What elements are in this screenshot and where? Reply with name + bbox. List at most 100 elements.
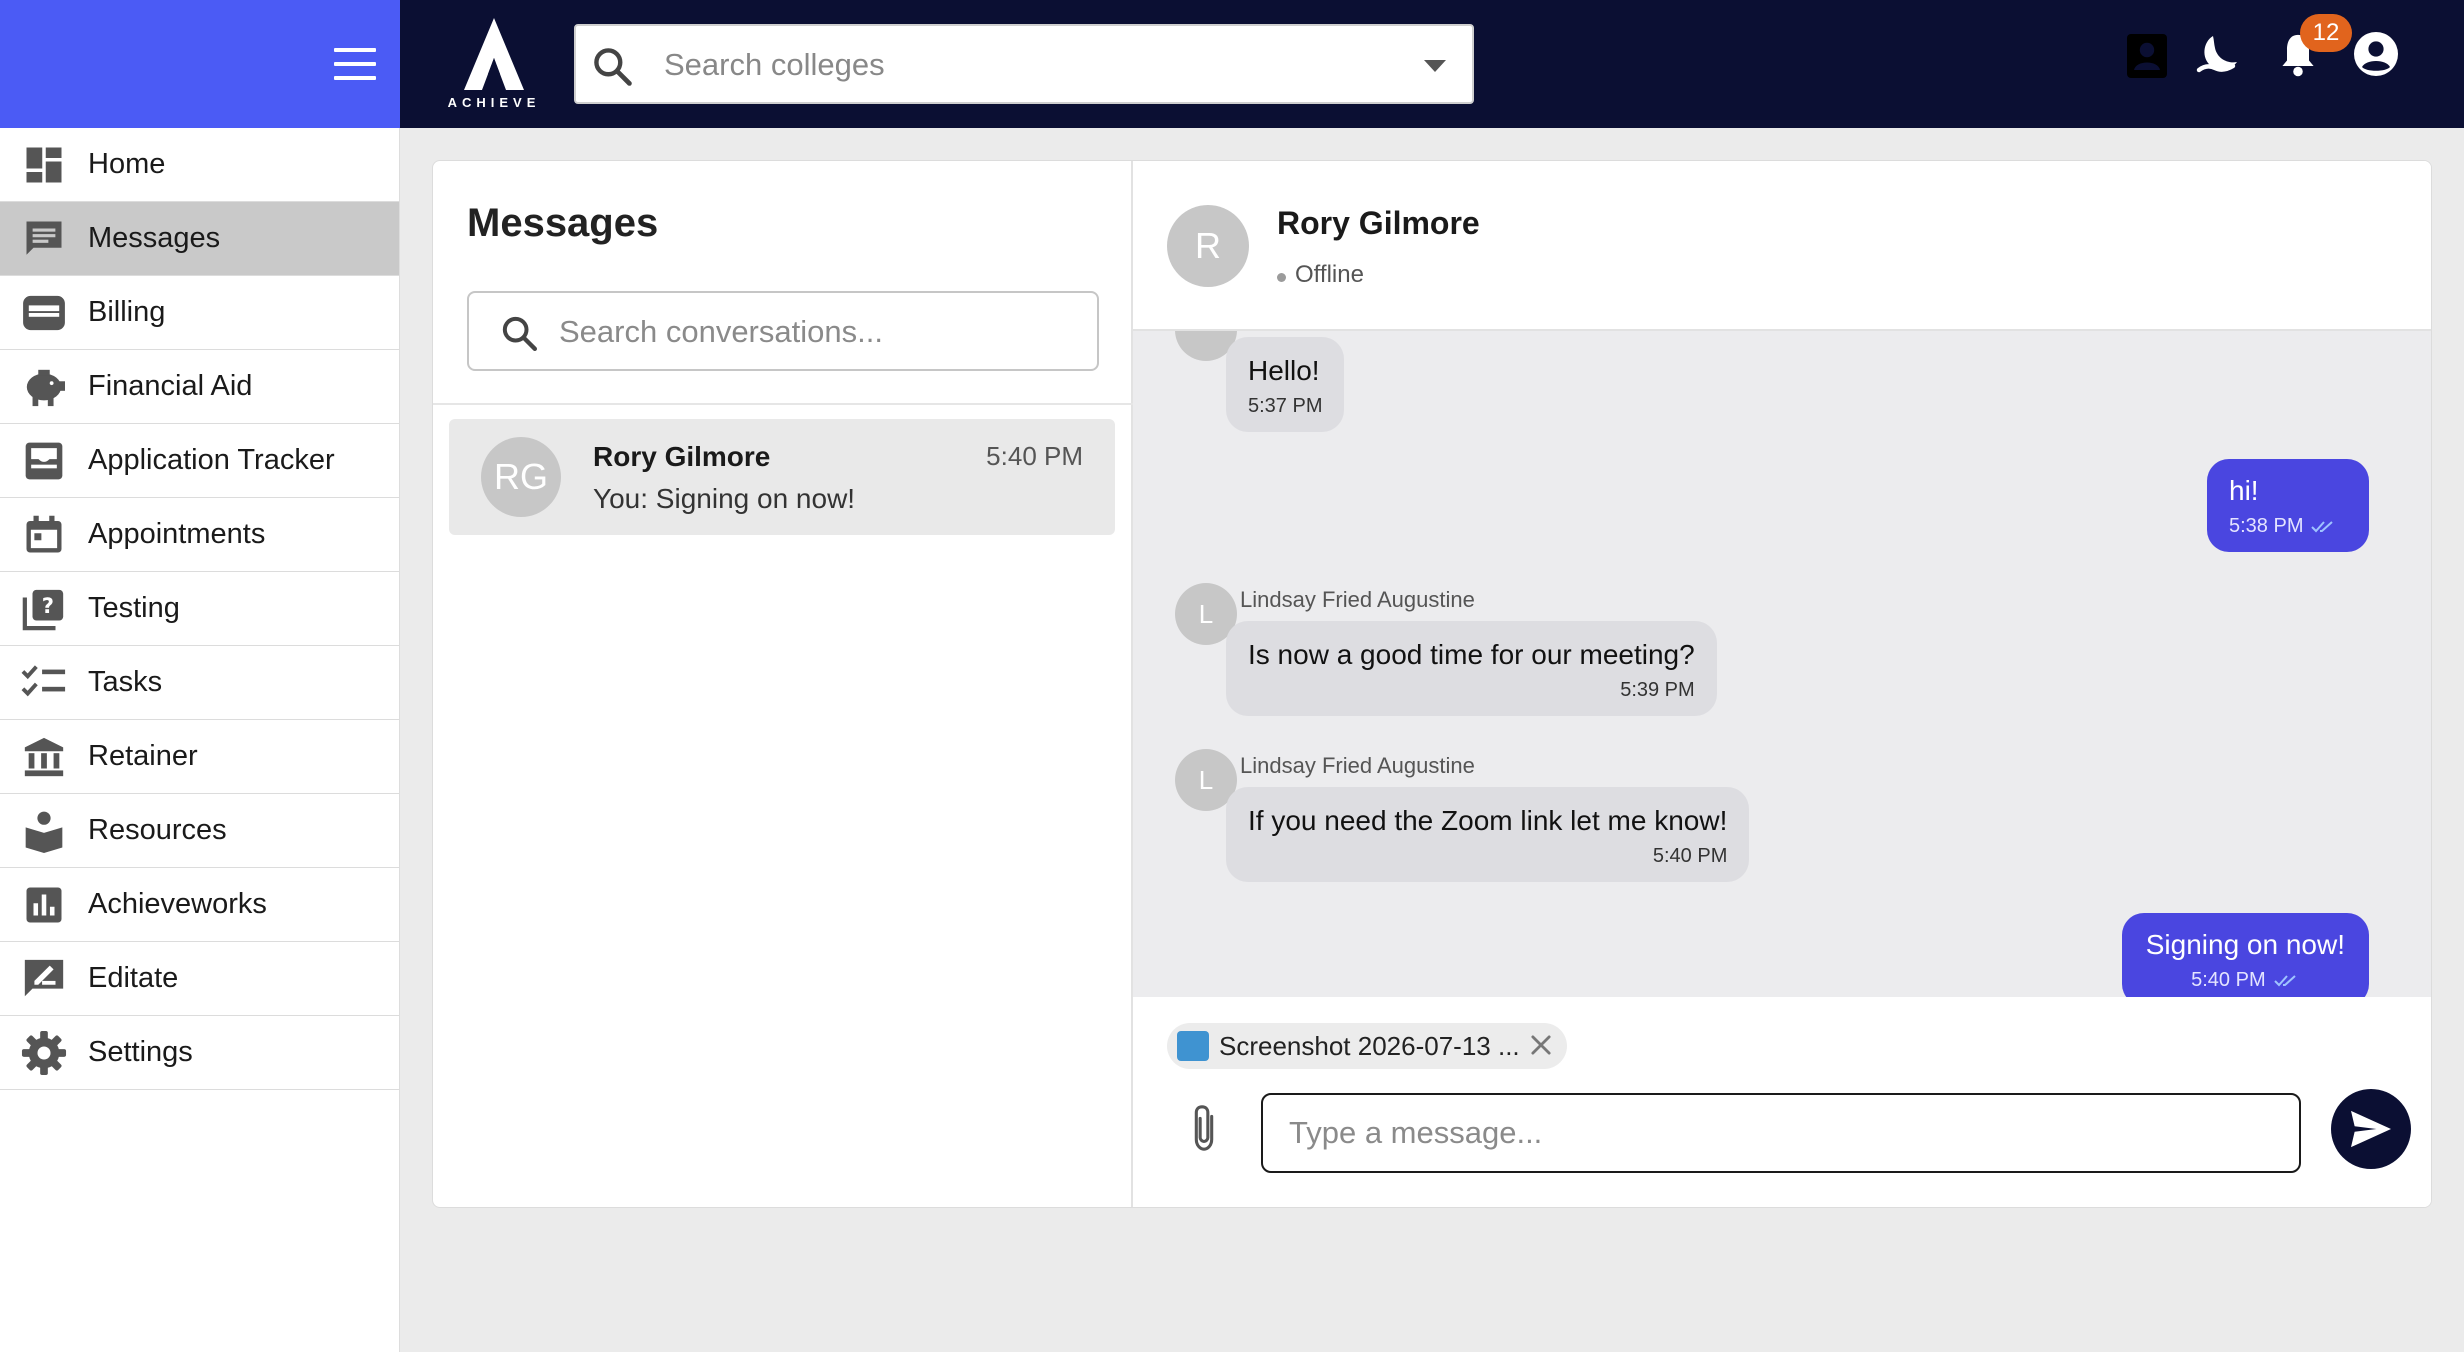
chat-icon: [0, 218, 88, 260]
conversation-item[interactable]: RG Rory Gilmore 5:40 PM You: Signing on …: [449, 419, 1115, 535]
dark-mode-icon[interactable]: [2195, 30, 2243, 78]
bank-icon: [0, 734, 88, 780]
sidebar-item-testing[interactable]: ? Testing: [0, 572, 399, 646]
chevron-down-icon[interactable]: [1424, 60, 1446, 72]
sidebar-item-billing[interactable]: Billing: [0, 276, 399, 350]
message-text: If you need the Zoom link let me know!: [1248, 805, 1728, 836]
quiz-icon: ?: [0, 586, 88, 632]
message-bubble-outgoing[interactable]: hi! 5:38 PM: [2207, 459, 2369, 552]
sidebar-item-financial-aid[interactable]: Financial Aid: [0, 350, 399, 424]
search-icon: [594, 48, 632, 86]
send-button[interactable]: [2331, 1089, 2411, 1169]
sidebar-item-label: Resources: [88, 814, 227, 846]
attachment-chip[interactable]: Screenshot 2026-07-13 ...: [1167, 1023, 1567, 1069]
sidebar-item-resources[interactable]: Resources: [0, 794, 399, 868]
sidebar-item-application-tracker[interactable]: Application Tracker: [0, 424, 399, 498]
sidebar-item-label: Application Tracker: [88, 444, 335, 476]
image-thumbnail-icon: [1177, 1031, 1209, 1061]
sidebar: Home Messages Billing Financial Aid Appl…: [0, 128, 400, 1352]
edit-note-icon: [0, 956, 88, 1002]
menu-icon[interactable]: [332, 42, 378, 86]
svg-text:?: ?: [42, 592, 54, 617]
conversation-search[interactable]: [467, 291, 1099, 371]
sidebar-item-achieveworks[interactable]: Achieveworks: [0, 868, 399, 942]
contact-status: Offline: [1295, 261, 1364, 288]
message-time-row: 5:38 PM: [2229, 515, 2347, 538]
sidebar-item-label: Financial Aid: [88, 370, 253, 402]
sidebar-item-label: Retainer: [88, 740, 198, 772]
notification-badge: 12: [2300, 14, 2352, 52]
message-time: 5:39 PM: [1620, 679, 1695, 701]
piggy-bank-icon: [0, 366, 88, 408]
contacts-icon[interactable]: [2123, 30, 2171, 82]
sidebar-header: [0, 0, 400, 128]
message-input[interactable]: [1261, 1093, 2301, 1173]
avatar: RG: [481, 437, 561, 517]
dashboard-icon: [0, 144, 88, 186]
message-time-row: 5:40 PM: [2146, 969, 2345, 992]
sidebar-item-label: Testing: [88, 592, 180, 624]
double-check-icon: [2311, 520, 2334, 533]
page-title: Messages: [467, 201, 659, 245]
sidebar-item-label: Settings: [88, 1036, 193, 1068]
message-bubble-incoming[interactable]: Hello! 5:37 PM: [1226, 337, 1345, 432]
message-bubble-outgoing[interactable]: Signing on now! 5:40 PM: [2121, 913, 2369, 997]
paperclip-icon[interactable]: [1187, 1103, 1221, 1153]
inbox-tray-icon: [0, 439, 88, 483]
message-text: Signing on now!: [2145, 929, 2345, 960]
sidebar-item-label: Editate: [88, 962, 179, 994]
logo-text: ACHIEVE: [447, 95, 541, 110]
conversation-search-input[interactable]: [559, 307, 1079, 357]
book-reader-icon: [0, 808, 88, 854]
contact-avatar[interactable]: R: [1167, 205, 1249, 287]
contact-name: Rory Gilmore: [1277, 205, 1480, 241]
college-search-input[interactable]: [664, 40, 1364, 90]
sidebar-item-label: Billing: [88, 296, 166, 328]
sidebar-item-home[interactable]: Home: [0, 128, 399, 202]
sidebar-item-settings[interactable]: Settings: [0, 1016, 399, 1090]
checklist-icon: [0, 663, 88, 703]
double-check-icon: [2273, 974, 2296, 987]
divider: [433, 403, 1133, 405]
message-time: 5:37 PM: [1248, 395, 1323, 417]
message-thread[interactable]: Hello! 5:37 PM hi! 5:38 PM L Lindsay Fri…: [1133, 331, 2431, 997]
achieve-logo[interactable]: ACHIEVE: [444, 18, 544, 110]
message-time: 5:38 PM: [2229, 515, 2304, 537]
wallet-icon: [0, 294, 88, 332]
chat-panel: R Rory Gilmore Offline Hello! 5:37 PM hi…: [1133, 161, 2431, 1207]
sidebar-item-messages[interactable]: Messages: [0, 202, 399, 276]
conversation-name: Rory Gilmore: [593, 441, 771, 472]
chat-header: R Rory Gilmore Offline: [1133, 161, 2431, 331]
bar-chart-icon: [0, 884, 88, 926]
sidebar-item-retainer[interactable]: Retainer: [0, 720, 399, 794]
gear-icon: [0, 1030, 88, 1076]
sidebar-item-label: Messages: [88, 222, 221, 254]
message-text: Hello!: [1248, 355, 1320, 386]
top-bar: ACHIEVE: [400, 0, 2464, 128]
message-time: 5:40 PM: [1652, 845, 1728, 867]
sender-name: Lindsay Fried Augustine: [1240, 753, 1475, 778]
message-composer: Screenshot 2026-07-13 ...: [1133, 997, 2431, 1207]
message-bubble-incoming[interactable]: Is now a good time for our meeting? 5:39…: [1226, 621, 1717, 716]
close-icon[interactable]: [1527, 1031, 1555, 1059]
sidebar-item-label: Achieveworks: [88, 888, 267, 920]
message-time: 5:40 PM: [2191, 969, 2266, 991]
attachment-name: Screenshot 2026-07-13 ...: [1219, 1031, 1520, 1061]
sidebar-item-tasks[interactable]: Tasks: [0, 646, 399, 720]
conversation-list-panel: Messages RG Rory Gilmore 5:40 PM You: Si…: [433, 161, 1133, 1207]
status-dot-icon: [1277, 273, 1286, 282]
sidebar-item-editate[interactable]: Editate: [0, 942, 399, 1016]
college-search[interactable]: [574, 24, 1474, 104]
account-icon[interactable]: [2352, 30, 2400, 78]
sender-name: Lindsay Fried Augustine: [1240, 587, 1475, 612]
messages-card: Messages RG Rory Gilmore 5:40 PM You: Si…: [432, 160, 2432, 1208]
send-icon: [2351, 1110, 2391, 1148]
sidebar-item-appointments[interactable]: Appointments: [0, 498, 399, 572]
sidebar-item-label: Tasks: [88, 666, 163, 698]
conversation-preview: You: Signing on now!: [593, 483, 856, 514]
search-icon: [502, 316, 537, 351]
message-text: Is now a good time for our meeting?: [1248, 639, 1695, 670]
message-bubble-incoming[interactable]: If you need the Zoom link let me know! 5…: [1226, 787, 1750, 882]
calendar-icon: [0, 513, 88, 557]
sidebar-item-label: Home: [88, 148, 166, 180]
